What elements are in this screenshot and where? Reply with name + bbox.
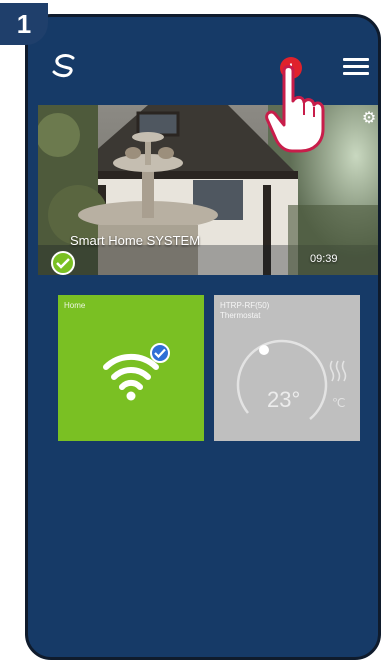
step-number-badge: 1 — [0, 3, 48, 45]
pointing-hand-icon — [265, 65, 325, 153]
camera-time: 09:39 — [310, 253, 338, 265]
temperature-value: 23° — [267, 387, 301, 412]
tile-home[interactable]: Home — [58, 295, 204, 441]
hamburger-menu-icon[interactable] — [343, 58, 369, 76]
svg-text:℃: ℃ — [332, 396, 345, 410]
gear-icon[interactable]: ⚙ — [360, 109, 378, 127]
camera-label: Smart Home SYSTEM — [70, 233, 201, 248]
check-circle-icon — [51, 251, 75, 275]
heat-waves-icon — [329, 360, 347, 382]
tile-thermostat[interactable]: HTRP-RF(50) Thermostat ℃ 23° — [214, 295, 360, 441]
thermostat-dial-icon: ℃ — [236, 339, 347, 420]
wifi-icon — [103, 343, 170, 401]
salus-logo-icon[interactable] — [50, 53, 78, 79]
